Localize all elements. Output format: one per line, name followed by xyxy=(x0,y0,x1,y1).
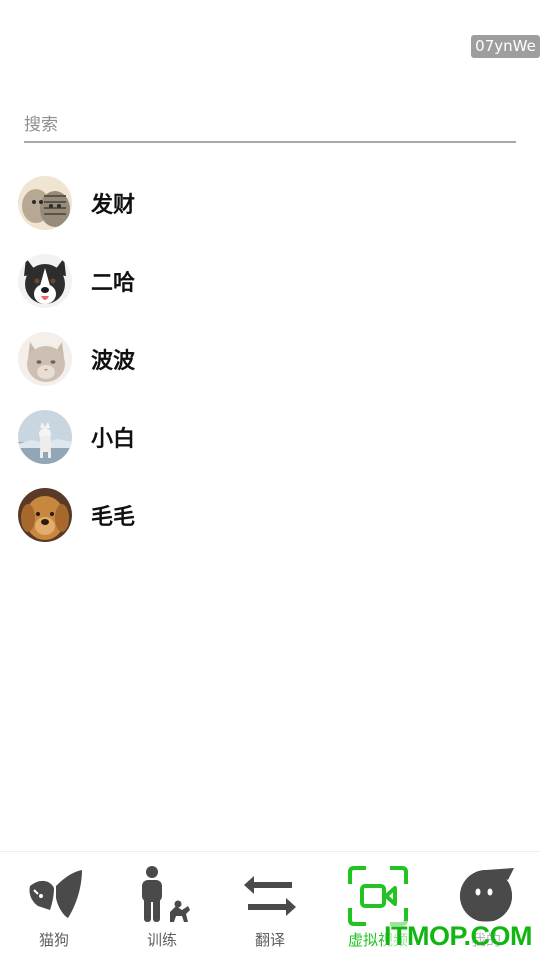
cat-dog-icon xyxy=(29,870,82,918)
search-input[interactable] xyxy=(24,111,516,139)
list-item[interactable]: 小白 xyxy=(0,398,540,476)
tab-cat-dog[interactable]: 猫狗 xyxy=(0,852,108,960)
pet-avatar xyxy=(18,488,72,542)
pet-avatar xyxy=(18,332,72,386)
pet-name: 小白 xyxy=(91,427,136,452)
chat-face-icon xyxy=(460,868,514,922)
site-watermark: ITMOP.COM xyxy=(384,921,533,951)
tab-label: 猫狗 xyxy=(38,931,69,949)
tab-training[interactable]: 训练 xyxy=(108,852,216,960)
tab-label: 训练 xyxy=(146,931,177,949)
swap-arrows-icon xyxy=(244,876,296,916)
pet-avatar xyxy=(18,410,72,464)
pet-name: 毛毛 xyxy=(91,505,136,530)
pet-list: 发财 二哈 波波 小白 毛毛 xyxy=(0,164,540,554)
list-item[interactable]: 毛毛 xyxy=(0,476,540,554)
list-item[interactable]: 二哈 xyxy=(0,242,540,320)
tab-label: 翻译 xyxy=(254,931,285,949)
video-camera-scan-icon xyxy=(348,866,408,926)
person-with-dog-icon xyxy=(142,866,190,922)
pet-name: 发财 xyxy=(91,193,136,218)
pet-name: 波波 xyxy=(91,349,136,374)
pet-name: 二哈 xyxy=(91,271,136,296)
pet-avatar xyxy=(18,176,72,230)
list-item[interactable]: 波波 xyxy=(0,320,540,398)
pet-avatar xyxy=(18,254,72,308)
list-item[interactable]: 发财 xyxy=(0,164,540,242)
search-field[interactable] xyxy=(24,111,516,143)
status-badge: 07ynWe xyxy=(471,35,540,58)
tab-translate[interactable]: 翻译 xyxy=(216,852,324,960)
